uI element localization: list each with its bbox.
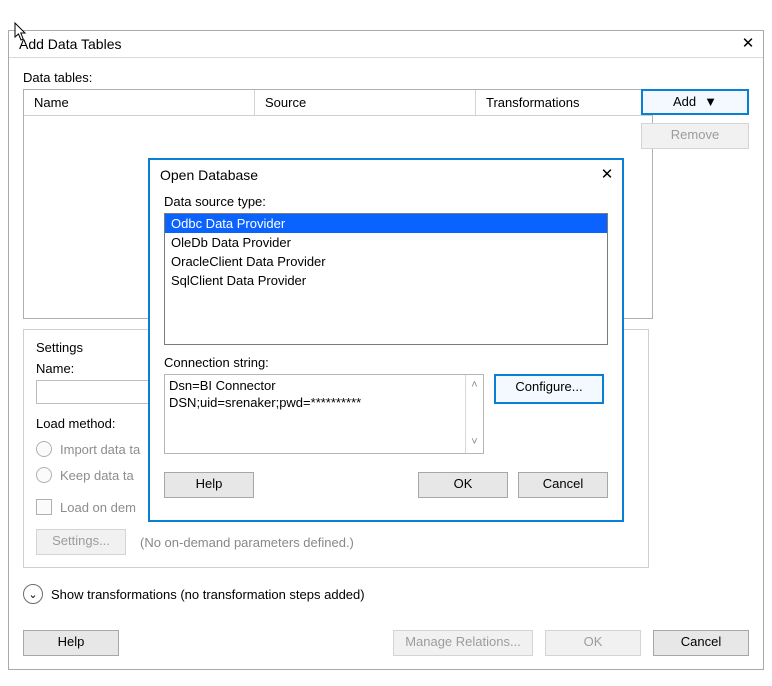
data-source-type-label: Data source type: <box>164 194 608 209</box>
modal-title: Open Database <box>160 160 258 190</box>
dropdown-caret-icon: ▼ <box>704 94 717 109</box>
list-item[interactable]: SqlClient Data Provider <box>165 271 607 290</box>
modal-ok-button[interactable]: OK <box>418 472 508 498</box>
main-help-button[interactable]: Help <box>23 630 119 656</box>
remove-button: Remove <box>641 123 749 149</box>
main-titlebar: Add Data Tables ✕ <box>9 31 763 58</box>
data-tables-label: Data tables: <box>23 70 749 85</box>
manage-relations-button: Manage Relations... <box>393 630 533 656</box>
scroll-down-icon: ˅ <box>471 434 477 451</box>
open-database-dialog: Open Database ✕ Data source type: Odbc D… <box>148 158 624 522</box>
configure-button[interactable]: Configure... <box>494 374 604 404</box>
connection-string-label: Connection string: <box>164 355 608 370</box>
cursor-icon <box>14 22 30 42</box>
list-item[interactable]: OleDb Data Provider <box>165 233 607 252</box>
checkbox-icon <box>36 499 52 515</box>
scrollbar[interactable]: ˄˅ <box>465 375 483 453</box>
show-transformations-toggle[interactable]: ⌄ Show transformations (no transformatio… <box>23 584 749 604</box>
add-button[interactable]: Add▼ <box>641 89 749 115</box>
radio-icon <box>36 467 52 483</box>
main-cancel-button[interactable]: Cancel <box>653 630 749 656</box>
column-transformations[interactable]: Transformations <box>476 90 652 115</box>
modal-help-button[interactable]: Help <box>164 472 254 498</box>
main-ok-button: OK <box>545 630 641 656</box>
column-source[interactable]: Source <box>255 90 476 115</box>
main-title: Add Data Tables <box>19 31 121 57</box>
list-item[interactable]: OracleClient Data Provider <box>165 252 607 271</box>
ondemand-note: (No on-demand parameters defined.) <box>140 535 354 550</box>
list-item[interactable]: Odbc Data Provider <box>165 214 607 233</box>
data-source-type-list[interactable]: Odbc Data Provider OleDb Data Provider O… <box>164 213 608 345</box>
chevron-down-icon: ⌄ <box>23 584 43 604</box>
modal-cancel-button[interactable]: Cancel <box>518 472 608 498</box>
column-name[interactable]: Name <box>24 90 255 115</box>
close-icon[interactable]: ✕ <box>598 160 616 190</box>
ondemand-settings-button: Settings... <box>36 529 126 555</box>
radio-icon <box>36 441 52 457</box>
close-icon[interactable]: ✕ <box>739 31 757 57</box>
scroll-up-icon: ˄ <box>471 377 477 394</box>
connection-string-textarea[interactable]: Dsn=BI Connector DSN;uid=srenaker;pwd=**… <box>164 374 484 454</box>
